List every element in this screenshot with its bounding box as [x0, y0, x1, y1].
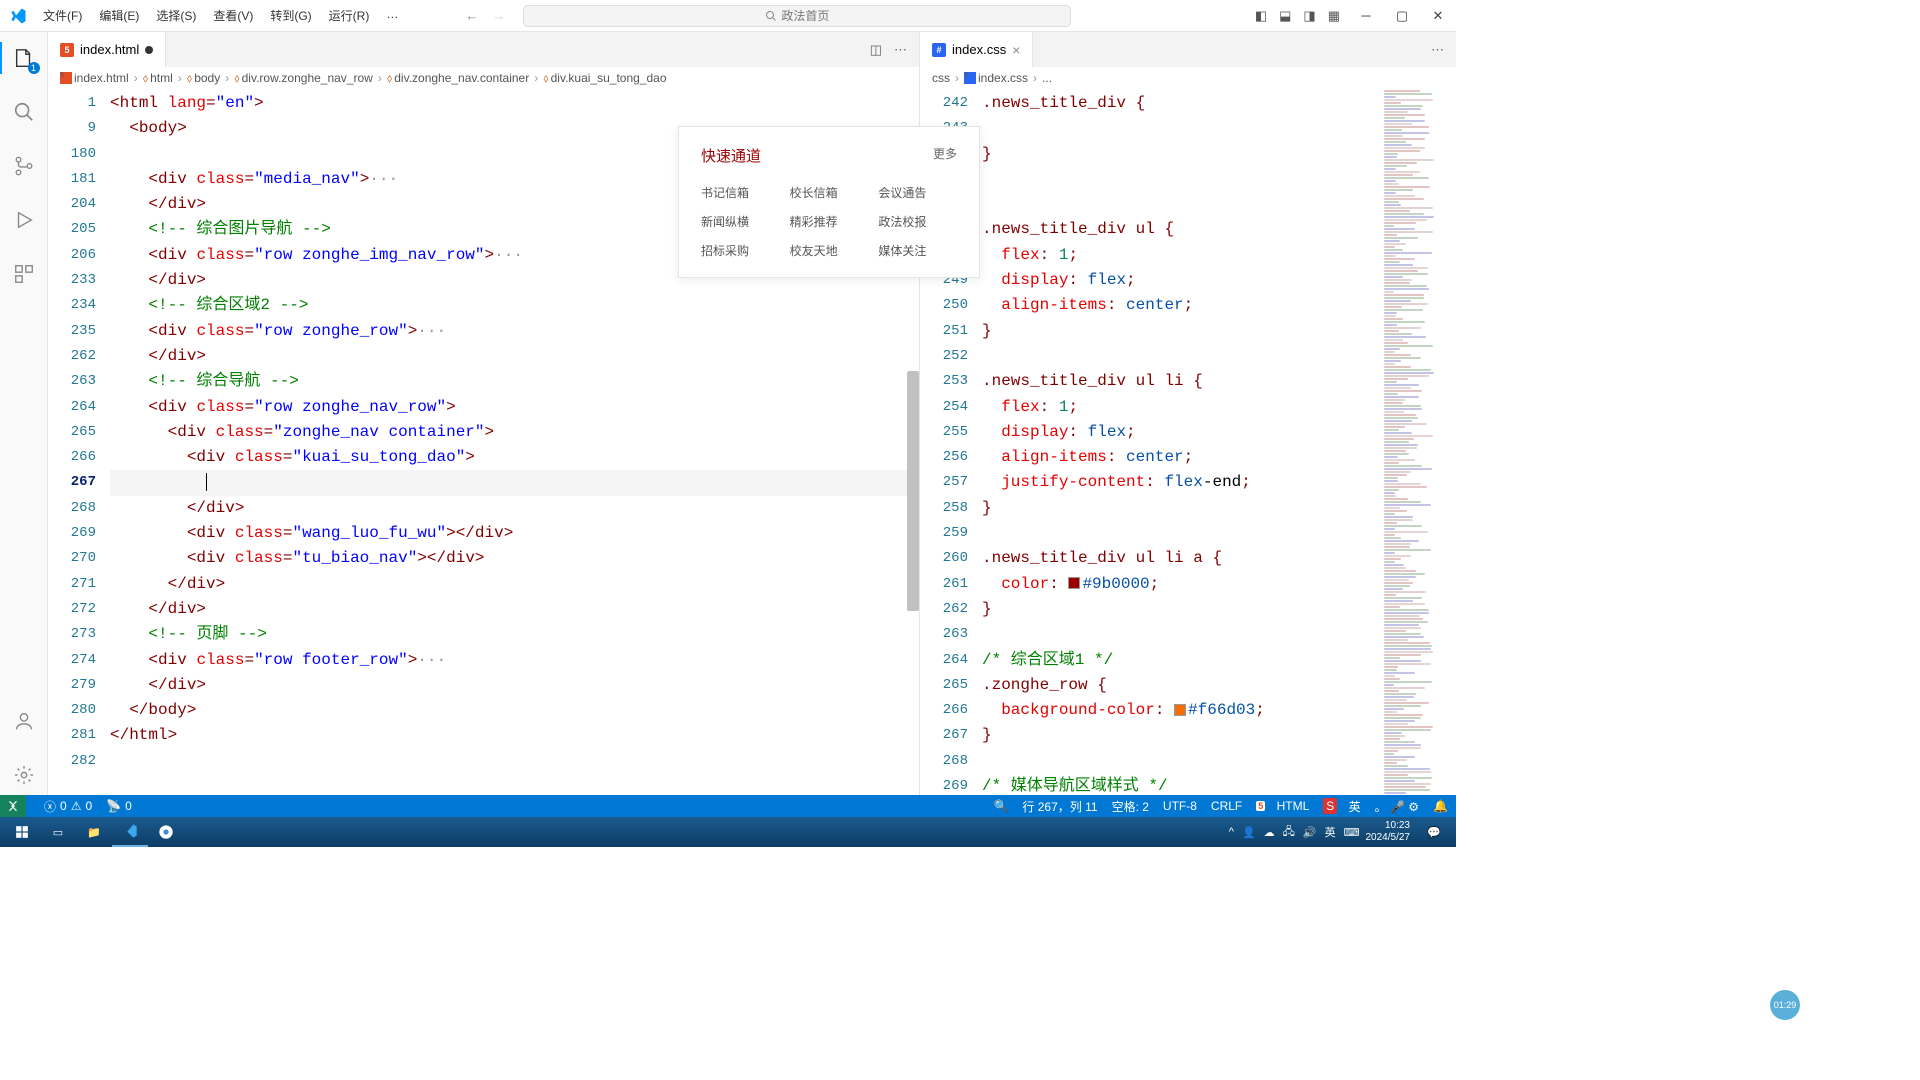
zoom-indicator[interactable]: 🔍 [993, 799, 1008, 813]
status-more[interactable]: 。 🎤 ⚙ [1375, 798, 1419, 815]
split-editor-icon[interactable]: ◫ [870, 42, 882, 58]
start-button[interactable] [4, 817, 40, 847]
hover-link[interactable]: 招标采购 [701, 242, 780, 259]
hover-link[interactable]: 政法校报 [878, 213, 957, 230]
panel-left-icon[interactable]: ◧ [1255, 8, 1267, 24]
notifications-icon[interactable]: 🔔 [1433, 799, 1448, 813]
eol-indicator[interactable]: CRLF [1211, 799, 1242, 813]
language-mode[interactable]: 5 HTML [1256, 799, 1309, 813]
layout-controls: ◧ ⬓ ◨ ▦ [1255, 8, 1348, 24]
editor-left-pane: 5 index.html ◫ ⋯ 5 index.html› ⬨html› ⬨b… [48, 32, 920, 795]
explorer-icon[interactable]: 1 [0, 38, 48, 78]
menu-goto[interactable]: 转到(G) [263, 3, 318, 28]
html-file-icon: 5 [60, 43, 74, 57]
ports-indicator[interactable]: 📡0 [106, 799, 132, 813]
more-actions-icon[interactable]: ⋯ [894, 42, 907, 58]
cursor-position[interactable]: 行 267，列 11 [1022, 798, 1097, 815]
tray-ime-icon[interactable]: ⌨ [1344, 826, 1360, 839]
remote-indicator[interactable] [0, 795, 26, 817]
panel-bottom-icon[interactable]: ⬓ [1279, 8, 1291, 24]
tray-onedrive-icon[interactable]: ☁ [1264, 826, 1275, 839]
hover-link[interactable]: 书记信箱 [701, 184, 780, 201]
search-text: 政法首页 [781, 7, 829, 24]
activity-bar: 1 [0, 32, 48, 795]
tab-index-css[interactable]: # index.css × [920, 32, 1033, 67]
hover-link[interactable]: 新闻纵横 [701, 213, 780, 230]
html-file-icon: 5 [60, 72, 72, 84]
tray-network-icon[interactable]: 🖧 [1283, 823, 1295, 842]
hover-preview-card: 快速通道 更多 书记信箱校长信箱会议通告新闻纵横精彩推荐政法校报招标采购校友天地… [678, 126, 980, 278]
hover-link[interactable]: 校友天地 [790, 242, 869, 259]
minimize-icon[interactable]: ─ [1348, 0, 1384, 32]
panel-right-icon[interactable]: ◨ [1303, 8, 1315, 24]
hover-link[interactable]: 精彩推荐 [790, 213, 869, 230]
extensions-icon[interactable] [0, 254, 48, 294]
window-controls: ─ ▢ ✕ [1348, 0, 1456, 32]
problems-indicator[interactable]: ⓧ0 ⚠0 [44, 798, 92, 815]
hover-link[interactable]: 媒体关注 [878, 242, 957, 259]
menu-edit[interactable]: 编辑(E) [92, 3, 146, 28]
tab-label: index.css [952, 42, 1006, 57]
nav-back-icon[interactable]: ← [465, 8, 478, 23]
hover-more[interactable]: 更多 [933, 145, 957, 166]
tab-label: index.html [80, 42, 139, 57]
account-icon[interactable] [0, 701, 48, 741]
css-file-icon: # [932, 43, 946, 57]
recording-timer-badge: 01:29 [1770, 990, 1800, 1020]
breadcrumb-left[interactable]: 5 index.html› ⬨html› ⬨body› ⬨div.row.zon… [48, 67, 919, 89]
menu-bar: 文件(F) 编辑(E) 选择(S) 查看(V) 转到(G) 运行(R) … [36, 3, 405, 28]
chrome-icon[interactable] [148, 817, 184, 847]
menu-run[interactable]: 运行(R) [322, 3, 377, 28]
nav-arrows: ← → [465, 8, 505, 23]
hover-link[interactable]: 会议通告 [878, 184, 957, 201]
status-bar: ⓧ0 ⚠0 📡0 🔍 行 267，列 11 空格: 2 UTF-8 CRLF 5… [0, 795, 1456, 817]
title-bar: 文件(F) 编辑(E) 选择(S) 查看(V) 转到(G) 运行(R) … ← … [0, 0, 1456, 32]
maximize-icon[interactable]: ▢ [1384, 0, 1420, 32]
tray-ime-lang[interactable]: 英 [1325, 824, 1336, 840]
editor-right-pane: # index.css × ⋯ css› # index.css› ... 24… [920, 32, 1456, 795]
tab-index-html[interactable]: 5 index.html [48, 32, 166, 67]
hover-link[interactable]: 校长信箱 [790, 184, 869, 201]
windows-taskbar: ▭ 📁 ^ 👤 ☁ 🖧 🔊 英 ⌨ 10:23 2024/5/27 💬 [0, 817, 1456, 847]
source-control-icon[interactable] [0, 146, 48, 186]
explorer-badge: 1 [28, 62, 40, 74]
nav-forward-icon[interactable]: → [492, 8, 505, 23]
menu-more[interactable]: … [379, 3, 405, 28]
encoding-indicator[interactable]: UTF-8 [1163, 799, 1197, 813]
settings-gear-icon[interactable] [0, 755, 48, 795]
menu-select[interactable]: 选择(S) [149, 3, 203, 28]
menu-file[interactable]: 文件(F) [36, 3, 89, 28]
tab-bar-right: # index.css × ⋯ [920, 32, 1456, 67]
close-icon[interactable]: ✕ [1420, 0, 1456, 32]
hover-title: 快速通道 [701, 145, 761, 166]
indent-indicator[interactable]: 空格: 2 [1112, 798, 1149, 815]
search-icon [765, 10, 777, 22]
editor-right[interactable]: 2422432442452462472482492502512522532542… [920, 89, 1456, 795]
css-file-icon: # [964, 72, 976, 84]
task-view-icon[interactable]: ▭ [40, 817, 76, 847]
breadcrumb-right[interactable]: css› # index.css› ... [920, 67, 1456, 89]
more-actions-icon[interactable]: ⋯ [1431, 42, 1444, 58]
ime-indicator[interactable]: S 英 [1323, 798, 1360, 815]
tray-volume-icon[interactable]: 🔊 [1303, 826, 1317, 839]
notification-center-icon[interactable]: 💬 [1416, 817, 1452, 847]
system-tray[interactable]: ^ 👤 ☁ 🖧 🔊 英 ⌨ [1229, 823, 1360, 842]
search-activity-icon[interactable] [0, 92, 48, 132]
menu-view[interactable]: 查看(V) [206, 3, 260, 28]
tab-bar-left: 5 index.html ◫ ⋯ [48, 32, 919, 67]
vscode-taskbar-icon[interactable] [112, 817, 148, 847]
taskbar-clock[interactable]: 10:23 2024/5/27 [1360, 820, 1417, 844]
run-debug-icon[interactable] [0, 200, 48, 240]
modified-dot-icon [145, 46, 153, 54]
command-center[interactable]: 政法首页 [523, 5, 1071, 27]
scrollbar[interactable] [907, 371, 919, 611]
file-explorer-icon[interactable]: 📁 [76, 817, 112, 847]
layout-grid-icon[interactable]: ▦ [1328, 8, 1340, 24]
close-tab-icon[interactable]: × [1012, 42, 1020, 58]
tray-people-icon[interactable]: 👤 [1242, 826, 1256, 839]
tray-chevron-icon[interactable]: ^ [1229, 826, 1234, 838]
vscode-logo-icon [0, 7, 36, 25]
